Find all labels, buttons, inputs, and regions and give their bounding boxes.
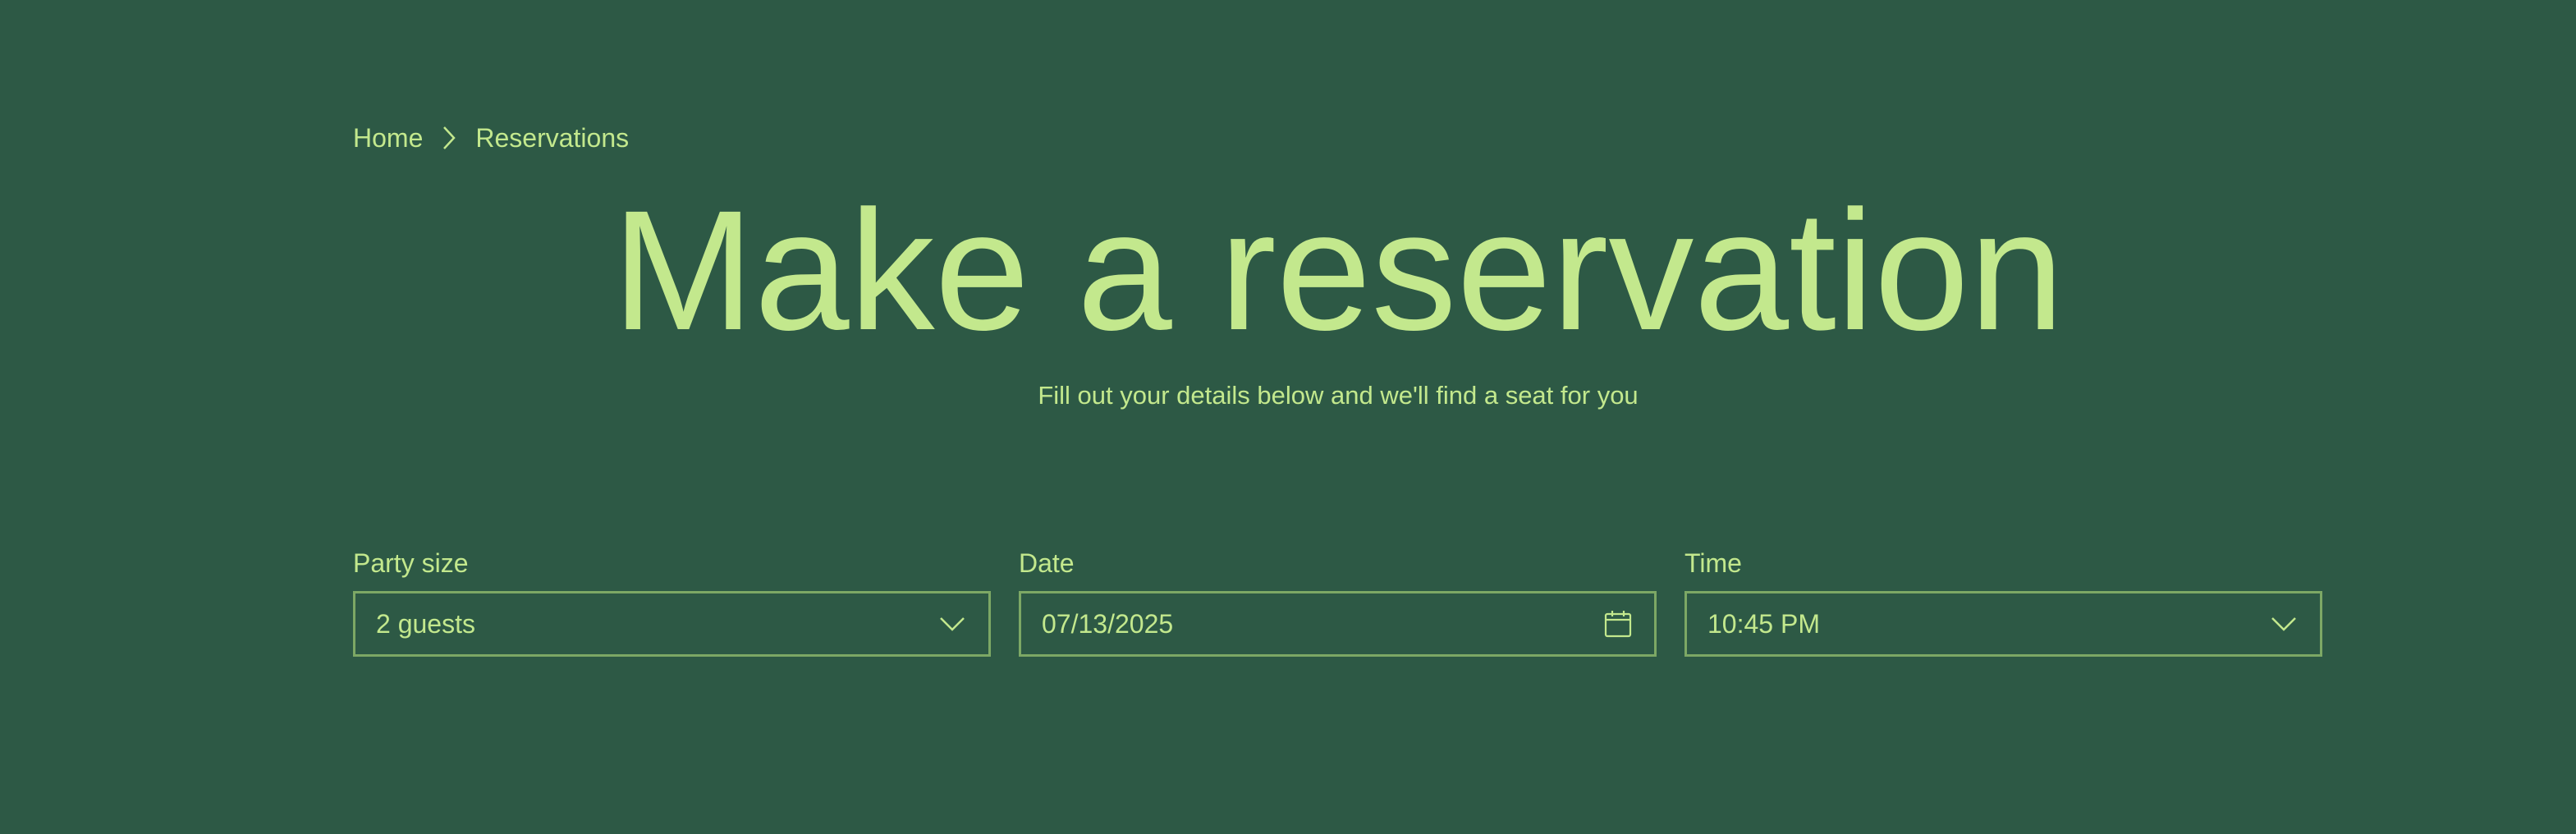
chevron-right-icon — [439, 121, 459, 154]
chevron-down-icon — [937, 609, 967, 639]
date-label: Date — [1019, 548, 1075, 578]
page-title: Make a reservation — [612, 176, 2065, 366]
time-select[interactable]: 10:45 PM — [1684, 591, 2322, 657]
date-input[interactable]: 07/13/2025 — [1019, 591, 1657, 657]
time-label: Time — [1684, 548, 1742, 578]
page-subtitle: Fill out your details below and we'll fi… — [1038, 381, 1639, 410]
party-size-value: 2 guests — [376, 608, 475, 639]
time-field: Time 10:45 PM — [1684, 547, 2322, 657]
party-size-label: Party size — [353, 548, 469, 578]
calendar-icon[interactable] — [1603, 609, 1633, 639]
time-value: 10:45 PM — [1707, 608, 1820, 639]
breadcrumb-home-link[interactable]: Home — [353, 121, 423, 154]
breadcrumb: Home Reservations — [353, 121, 629, 154]
party-size-field: Party size 2 guests — [353, 547, 991, 657]
date-value: 07/13/2025 — [1042, 608, 1174, 639]
chevron-down-icon — [2269, 609, 2299, 639]
reservation-form: Party size 2 guests Date 07/13/2025 Time… — [353, 547, 2323, 657]
breadcrumb-reservations-link[interactable]: Reservations — [475, 121, 629, 154]
party-size-select[interactable]: 2 guests — [353, 591, 991, 657]
date-field: Date 07/13/2025 — [1019, 547, 1657, 657]
